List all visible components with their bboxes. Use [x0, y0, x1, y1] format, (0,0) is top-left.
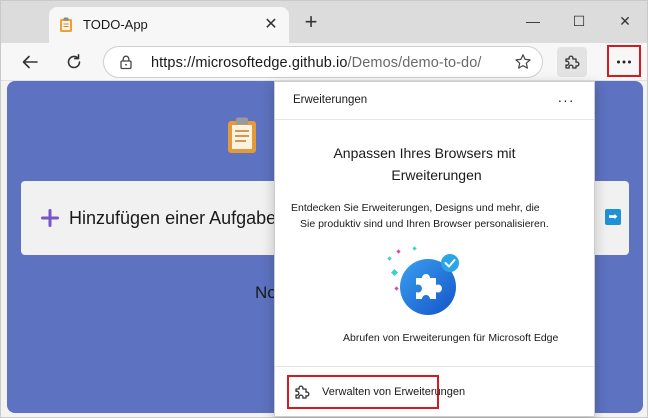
tab-title: TODO-App	[83, 17, 148, 32]
extension-illustration-icon	[387, 246, 459, 315]
new-tab-button[interactable]: +	[299, 11, 323, 35]
popup-header: Erweiterungen ···	[275, 82, 594, 120]
extensions-button[interactable]	[557, 47, 587, 77]
clipboard-icon	[60, 17, 72, 32]
url-path: /Demos/demo-to-do/	[347, 55, 482, 71]
refresh-icon	[67, 54, 81, 69]
puzzle-icon	[565, 55, 580, 69]
manage-extensions-label: Verwalten von Erweiterungen	[322, 386, 466, 398]
favorite-star-icon[interactable]	[514, 53, 532, 71]
popup-description-line2: Sie produktiv sind und Ihren Browser per…	[300, 218, 549, 230]
popup-title: Erweiterungen	[293, 94, 368, 106]
popup-headline-line2: Erweiterungen	[391, 167, 482, 183]
url-text: https://microsoftedge.github.io/Demos/de…	[151, 55, 482, 71]
popup-footer: Verwalten von Erweiterungen	[275, 366, 594, 416]
lock-icon[interactable]	[118, 54, 134, 70]
add-task-input[interactable]: Hinzufügen einer Aufgabe	[69, 208, 276, 229]
popup-more-icon[interactable]: ···	[554, 88, 578, 112]
extensions-popup: Erweiterungen ··· Anpassen Ihres Browser…	[274, 81, 595, 417]
browser-toolbar: https://microsoftedge.github.io/Demos/de…	[1, 43, 647, 81]
back-button[interactable]	[15, 47, 45, 77]
puzzle-icon	[295, 385, 310, 399]
close-window-button[interactable]: ✕	[611, 9, 639, 33]
minimize-button[interactable]: —	[519, 9, 547, 33]
popup-headline-line1: Anpassen Ihres Browsers mit	[333, 145, 516, 161]
submit-arrow-icon[interactable]: ➡	[605, 209, 621, 225]
arrow-left-icon	[22, 55, 38, 69]
tab-todo-app[interactable]: TODO-App ✕	[49, 7, 289, 43]
address-bar[interactable]: https://microsoftedge.github.io/Demos/de…	[103, 46, 543, 78]
highlight-box-more-button	[607, 45, 641, 77]
refresh-button[interactable]	[59, 47, 89, 77]
popup-description-line1: Entdecken Sie Erweiterungen, Designs und…	[291, 202, 540, 214]
maximize-button[interactable]: ☐	[565, 9, 593, 33]
clipboard-icon	[228, 117, 256, 153]
tab-close-icon[interactable]: ✕	[261, 15, 281, 35]
get-extensions-link[interactable]: Abrufen von Erweiterungen für Microsoft …	[343, 332, 558, 344]
plus-icon	[41, 209, 59, 227]
browser-window: TODO-App ✕ + — ☐ ✕ https://microsoftedge…	[0, 0, 648, 418]
url-host: https://microsoftedge.github.io	[151, 55, 348, 71]
tab-strip: TODO-App ✕ + — ☐ ✕	[1, 1, 647, 43]
manage-extensions-item[interactable]: Verwalten von Erweiterungen	[287, 375, 465, 409]
